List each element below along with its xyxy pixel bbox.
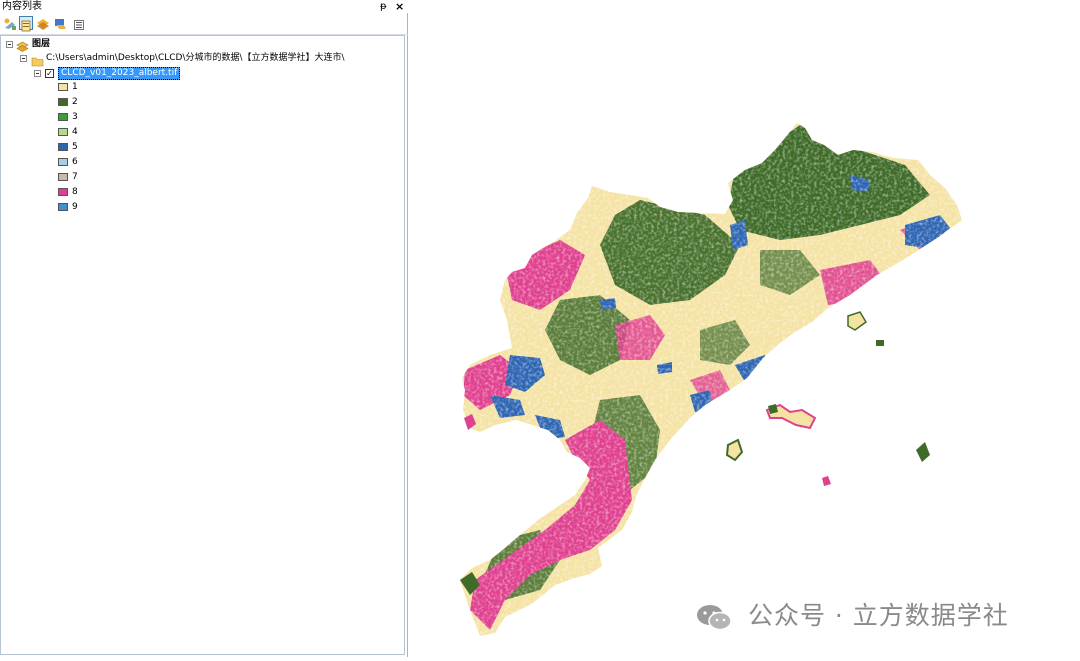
legend-label-2: 2 bbox=[72, 97, 78, 107]
legend-label-1: 1 bbox=[72, 82, 78, 92]
list-by-drawing-order-icon[interactable] bbox=[3, 16, 17, 30]
layer-visibility-checkbox[interactable]: ✓ bbox=[45, 69, 54, 78]
legend-label-9: 9 bbox=[72, 202, 78, 212]
legend-swatch-6[interactable] bbox=[58, 158, 68, 166]
toc-toolbar bbox=[0, 14, 408, 35]
list-by-visibility-icon[interactable] bbox=[36, 16, 50, 30]
close-icon[interactable]: × bbox=[395, 0, 404, 13]
legend-label-3: 3 bbox=[72, 112, 78, 122]
legend-swatch-2[interactable] bbox=[58, 98, 68, 106]
legend-label-5: 5 bbox=[72, 142, 78, 152]
watermark-text: 公众号 · 立方数据学社 bbox=[747, 601, 1009, 630]
panel-title-bar: 内容列表 ᵽ × bbox=[0, 0, 408, 13]
panel-title: 内容列表 bbox=[2, 1, 42, 12]
land-cover-raster bbox=[460, 123, 962, 636]
legend-swatch-1[interactable] bbox=[58, 83, 68, 91]
watermark: 公众号 · 立方数据学社 bbox=[695, 596, 1009, 632]
folder-icon bbox=[31, 52, 44, 71]
layer-tree: 图层 C:\Users\admin\Desktop\CLCD\分城市的数据\【立… bbox=[0, 35, 405, 655]
collapse-layers-toggle[interactable] bbox=[6, 41, 13, 48]
dalian-land-cover-map bbox=[460, 123, 962, 636]
wechat-icon bbox=[697, 605, 732, 631]
legend-swatch-4[interactable] bbox=[58, 128, 68, 136]
check-mark-icon: ✓ bbox=[46, 69, 53, 78]
legend-label-7: 7 bbox=[72, 172, 78, 182]
layers-label[interactable]: 图层 bbox=[32, 39, 50, 50]
texture-overlay bbox=[460, 123, 962, 636]
legend-swatch-8[interactable] bbox=[58, 188, 68, 196]
collapse-folder-toggle[interactable] bbox=[20, 55, 27, 62]
folder-path[interactable]: C:\Users\admin\Desktop\CLCD\分城市的数据\【立方数据… bbox=[46, 53, 345, 64]
pin-icon[interactable]: ᵽ bbox=[380, 0, 387, 13]
legend-label-4: 4 bbox=[72, 127, 78, 137]
table-of-contents-panel: 内容列表 ᵽ × 图层 C:\Users\admin\Desktop\CLCD\… bbox=[0, 0, 408, 657]
collapse-layer-toggle[interactable] bbox=[34, 70, 41, 77]
legend-label-8: 8 bbox=[72, 187, 78, 197]
map-view[interactable] bbox=[409, 0, 1080, 657]
legend-swatch-7[interactable] bbox=[58, 173, 68, 181]
legend-swatch-3[interactable] bbox=[58, 113, 68, 121]
legend-swatch-9[interactable] bbox=[58, 203, 68, 211]
legend-swatch-5[interactable] bbox=[58, 143, 68, 151]
layer-name-selected[interactable]: CLCD_v01_2023_albert.tif bbox=[58, 67, 181, 80]
options-icon[interactable] bbox=[73, 16, 87, 30]
legend-label-6: 6 bbox=[72, 157, 78, 167]
list-by-source-icon[interactable] bbox=[19, 16, 33, 32]
list-by-selection-icon[interactable] bbox=[53, 16, 67, 30]
